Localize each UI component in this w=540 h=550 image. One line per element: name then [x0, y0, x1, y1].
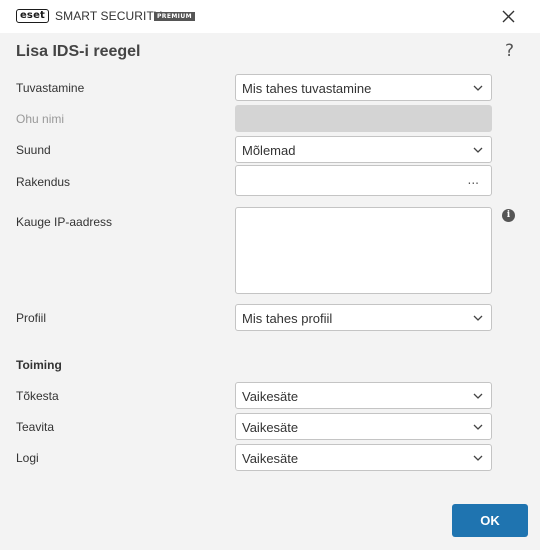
edition-badge: PREMIUM: [154, 12, 195, 21]
log-value: Vaikesäte: [242, 451, 299, 466]
log-label: Logi: [16, 451, 39, 465]
action-section-title: Toiming: [16, 358, 62, 372]
profile-value: Mis tahes profiil: [242, 311, 333, 326]
direction-select[interactable]: Mõlemad: [235, 136, 492, 163]
profile-select[interactable]: Mis tahes profiil: [235, 304, 492, 331]
help-button[interactable]: ?: [505, 41, 514, 61]
remote-ip-label: Kauge IP-aadress: [16, 215, 113, 229]
notify-label: Teavita: [16, 420, 55, 434]
page-title: Lisa IDS-i reegel: [16, 43, 141, 60]
threat-name-label: Ohu nimi: [16, 112, 65, 126]
ok-button[interactable]: OK: [452, 504, 528, 537]
product-name: SMART SECURITY: [55, 9, 162, 23]
block-select[interactable]: Vaikesäte: [235, 382, 492, 409]
log-select[interactable]: Vaikesäte: [235, 444, 492, 471]
chevron-down-icon: [473, 147, 483, 153]
eset-logo: eset: [16, 9, 49, 23]
detection-select[interactable]: Mis tahes tuvastamine: [235, 74, 492, 101]
block-value: Vaikesäte: [242, 389, 299, 404]
chevron-down-icon: [473, 424, 483, 430]
remote-ip-textarea[interactable]: [235, 207, 492, 294]
chevron-down-icon: [473, 315, 483, 321]
title-bar: eset SMART SECURITY PREMIUM: [0, 0, 540, 33]
profile-label: Profiil: [16, 311, 47, 325]
detection-value: Mis tahes tuvastamine: [242, 81, 372, 96]
threat-name-input: [235, 105, 492, 132]
info-icon[interactable]: i: [502, 209, 515, 222]
direction-label: Suund: [16, 143, 51, 157]
direction-value: Mõlemad: [242, 143, 296, 158]
block-label: Tõkesta: [16, 389, 59, 403]
detection-label: Tuvastamine: [16, 81, 85, 95]
notify-select[interactable]: Vaikesäte: [235, 413, 492, 440]
application-label: Rakendus: [16, 175, 71, 189]
notify-value: Vaikesäte: [242, 420, 299, 435]
chevron-down-icon: [473, 85, 483, 91]
chevron-down-icon: [473, 393, 483, 399]
close-icon: [502, 10, 515, 23]
application-input[interactable]: ...: [235, 165, 492, 196]
chevron-down-icon: [473, 455, 483, 461]
browse-button[interactable]: ...: [468, 173, 479, 187]
dialog-content: Lisa IDS-i reegel ? Tuvastamine Mis tahe…: [0, 33, 540, 550]
close-button[interactable]: [497, 5, 521, 29]
